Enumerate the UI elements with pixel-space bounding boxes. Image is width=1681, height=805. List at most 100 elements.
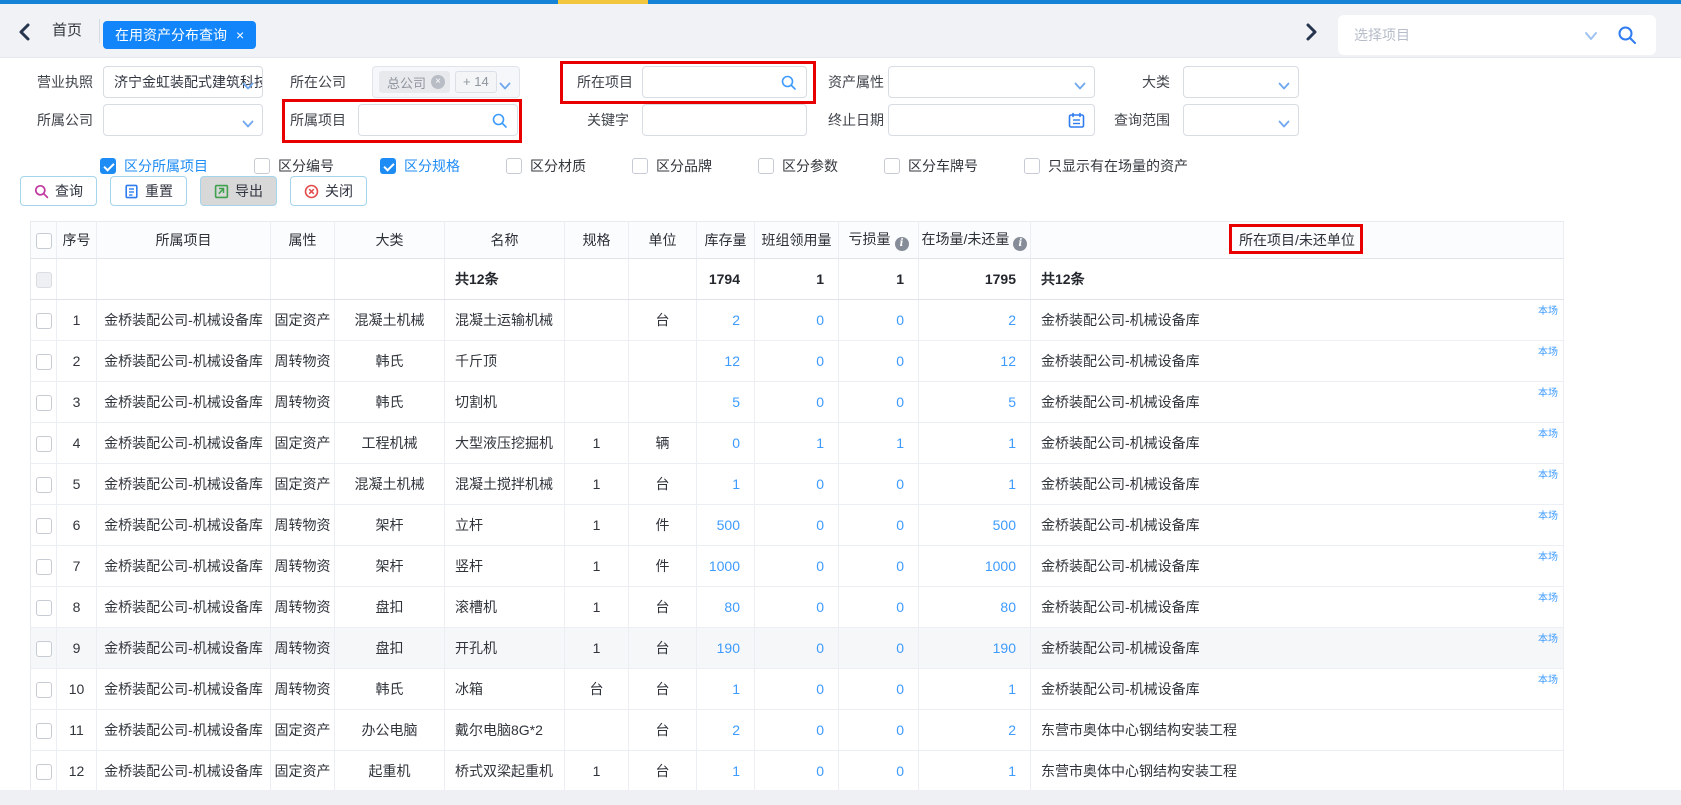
- row-checkbox[interactable]: [36, 518, 52, 534]
- table-row[interactable]: 11金桥装配公司-机械设备库固定资产办公电脑戴尔电脑8G*2台2002东营市奥体…: [31, 710, 1564, 751]
- search-icon[interactable]: [491, 112, 508, 134]
- cell-loss[interactable]: 0: [839, 628, 919, 669]
- cell-onsite[interactable]: 500: [919, 505, 1031, 546]
- filter-option[interactable]: 区分品牌: [632, 156, 712, 176]
- cell-onsite[interactable]: 1: [919, 464, 1031, 505]
- row-checkbox[interactable]: [36, 600, 52, 616]
- tab-close-icon[interactable]: ×: [236, 28, 244, 42]
- row-checkbox[interactable]: [36, 354, 52, 370]
- business-license-select[interactable]: 济宁金虹装配式建筑科技: [103, 66, 263, 98]
- row-checkbox[interactable]: [36, 559, 52, 575]
- onsite-link[interactable]: 本场: [1538, 589, 1558, 604]
- forward-chevron-icon[interactable]: [1300, 22, 1320, 42]
- onsite-link[interactable]: 本场: [1538, 302, 1558, 317]
- asset-attribute-select[interactable]: [888, 66, 1095, 98]
- cell-onsite[interactable]: 1: [919, 669, 1031, 710]
- onsite-link[interactable]: 本场: [1538, 630, 1558, 645]
- cell-stock[interactable]: 2: [697, 300, 755, 341]
- row-checkbox[interactable]: [36, 723, 52, 739]
- close-button[interactable]: 关闭: [290, 176, 367, 206]
- category-select[interactable]: [1183, 66, 1299, 98]
- onsite-link[interactable]: 本场: [1538, 343, 1558, 358]
- onsite-link[interactable]: 本场: [1538, 671, 1558, 686]
- cell-stock[interactable]: 2: [697, 710, 755, 751]
- cell-loss[interactable]: 0: [839, 505, 919, 546]
- onsite-link[interactable]: 本场: [1538, 548, 1558, 563]
- query-button[interactable]: 查询: [20, 176, 97, 206]
- cell-loss[interactable]: 0: [839, 669, 919, 710]
- cell-loss[interactable]: 0: [839, 587, 919, 628]
- cell-team_used[interactable]: 0: [755, 300, 839, 341]
- cell-stock[interactable]: 1000: [697, 546, 755, 587]
- cell-onsite[interactable]: 1: [919, 423, 1031, 464]
- table-row[interactable]: 3金桥装配公司-机械设备库周转物资韩氏切割机5005金桥装配公司-机械设备库本场: [31, 382, 1564, 423]
- filter-option[interactable]: 区分材质: [506, 156, 586, 176]
- cell-onsite[interactable]: 80: [919, 587, 1031, 628]
- checkbox-icon[interactable]: [632, 158, 648, 174]
- table-row[interactable]: 2金桥装配公司-机械设备库周转物资韩氏千斤顶120012金桥装配公司-机械设备库…: [31, 341, 1564, 382]
- calendar-icon[interactable]: [1068, 112, 1085, 134]
- row-checkbox[interactable]: [36, 641, 52, 657]
- company-more-tag[interactable]: + 14: [455, 71, 497, 93]
- cell-loss[interactable]: 0: [839, 546, 919, 587]
- cell-team_used[interactable]: 1: [755, 423, 839, 464]
- current-company-multiselect[interactable]: 总公司× + 14: [372, 66, 520, 98]
- table-row[interactable]: 5金桥装配公司-机械设备库固定资产混凝土机械混凝土搅拌机械1台1001金桥装配公…: [31, 464, 1564, 505]
- cell-team_used[interactable]: 0: [755, 382, 839, 423]
- table-row[interactable]: 10金桥装配公司-机械设备库周转物资韩氏冰箱台台1001金桥装配公司-机械设备库…: [31, 669, 1564, 710]
- checkbox-icon[interactable]: [758, 158, 774, 174]
- checkbox-icon[interactable]: [254, 158, 270, 174]
- checkbox-icon[interactable]: [884, 158, 900, 174]
- row-checkbox[interactable]: [36, 764, 52, 780]
- row-checkbox[interactable]: [36, 682, 52, 698]
- owner-company-select[interactable]: [103, 104, 263, 136]
- filter-option[interactable]: 区分编号: [254, 156, 334, 176]
- row-checkbox[interactable]: [36, 313, 52, 329]
- cell-stock[interactable]: 12: [697, 341, 755, 382]
- row-checkbox[interactable]: [36, 477, 52, 493]
- cell-loss[interactable]: 0: [839, 341, 919, 382]
- owner-project-search-input[interactable]: [358, 104, 518, 136]
- cell-loss[interactable]: 0: [839, 300, 919, 341]
- table-row[interactable]: 7金桥装配公司-机械设备库周转物资架杆竖杆1件1000001000金桥装配公司-…: [31, 546, 1564, 587]
- search-icon[interactable]: [780, 74, 797, 96]
- select-all-checkbox[interactable]: [36, 233, 52, 249]
- checkbox-icon[interactable]: [1024, 158, 1040, 174]
- cell-team_used[interactable]: 0: [755, 341, 839, 382]
- table-row[interactable]: 6金桥装配公司-机械设备库周转物资架杆立杆1件50000500金桥装配公司-机械…: [31, 505, 1564, 546]
- cell-team_used[interactable]: 0: [755, 587, 839, 628]
- end-date-input[interactable]: [888, 104, 1095, 136]
- chevron-down-icon[interactable]: [1584, 29, 1598, 47]
- cell-loss[interactable]: 0: [839, 382, 919, 423]
- cell-team_used[interactable]: 0: [755, 669, 839, 710]
- tab-active-asset-query[interactable]: 在用资产分布查询 ×: [103, 21, 256, 49]
- filter-option[interactable]: 只显示有在场量的资产: [1024, 156, 1188, 176]
- cell-stock[interactable]: 190: [697, 628, 755, 669]
- cell-stock[interactable]: 1: [697, 464, 755, 505]
- cell-team_used[interactable]: 0: [755, 710, 839, 751]
- info-icon[interactable]: i: [895, 237, 909, 251]
- cell-loss[interactable]: 0: [839, 710, 919, 751]
- cell-team_used[interactable]: 0: [755, 628, 839, 669]
- cell-loss[interactable]: 1: [839, 423, 919, 464]
- current-project-search-input[interactable]: [642, 66, 807, 98]
- cell-onsite[interactable]: 12: [919, 341, 1031, 382]
- cell-stock[interactable]: 500: [697, 505, 755, 546]
- checkbox-icon[interactable]: [506, 158, 522, 174]
- cell-onsite[interactable]: 190: [919, 628, 1031, 669]
- cell-stock[interactable]: 5: [697, 382, 755, 423]
- onsite-link[interactable]: 本场: [1538, 425, 1558, 440]
- cell-onsite[interactable]: 2: [919, 710, 1031, 751]
- tab-home[interactable]: 首页: [52, 4, 82, 58]
- onsite-link[interactable]: 本场: [1538, 384, 1558, 399]
- cell-team_used[interactable]: 0: [755, 505, 839, 546]
- cell-stock[interactable]: 1: [697, 751, 755, 792]
- filter-option[interactable]: 区分车牌号: [884, 156, 978, 176]
- row-checkbox[interactable]: [36, 436, 52, 452]
- info-icon[interactable]: i: [1013, 237, 1027, 251]
- table-row[interactable]: 9金桥装配公司-机械设备库周转物资盘扣开孔机1台19000190金桥装配公司-机…: [31, 628, 1564, 669]
- cell-onsite[interactable]: 2: [919, 300, 1031, 341]
- tag-remove-icon[interactable]: ×: [431, 75, 445, 89]
- checkbox-checked-icon[interactable]: [380, 158, 396, 174]
- search-icon[interactable]: [1616, 24, 1638, 51]
